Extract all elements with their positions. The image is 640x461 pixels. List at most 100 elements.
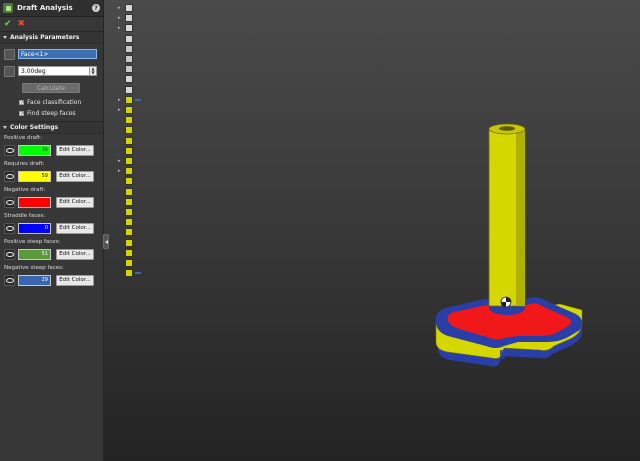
panel-title-bar: Draft Analysis ? <box>0 0 103 17</box>
eye-visibility-icon[interactable] <box>4 197 15 208</box>
fillet-icon <box>125 187 133 196</box>
tree-item[interactable] <box>118 197 136 207</box>
edit-color-button[interactable]: Edit Color... <box>56 249 94 260</box>
tree-item[interactable]: ▸ <box>118 156 136 166</box>
edit-color-button[interactable]: Edit Color... <box>56 275 94 286</box>
tree-item[interactable] <box>118 74 136 84</box>
color-row-label: Negative draft: <box>4 187 46 193</box>
panel-collapse-handle[interactable] <box>103 234 109 249</box>
tree-item[interactable] <box>118 207 136 217</box>
fillet-icon <box>125 218 133 227</box>
tree-item[interactable] <box>118 248 136 258</box>
tree-item[interactable] <box>118 227 136 237</box>
eye-visibility-icon[interactable] <box>4 223 15 234</box>
tree-item[interactable] <box>118 64 136 74</box>
material-icon <box>125 34 133 43</box>
expand-arrow-icon[interactable]: ▸ <box>118 97 124 103</box>
feature-tree: ▸ ▸ ▸ ▸ ▸ ▸ ▸ <box>118 0 218 285</box>
edit-color-button[interactable]: Edit Color... <box>56 171 94 182</box>
tree-item[interactable]: ▸ <box>118 166 136 176</box>
extrude-icon <box>125 106 133 114</box>
color-swatch: 29 <box>18 275 51 286</box>
fillet-icon <box>125 177 133 186</box>
fillet-icon <box>125 208 133 216</box>
origin-icon <box>125 75 133 84</box>
calculate-button[interactable]: Calculate <box>22 83 80 93</box>
color-swatch <box>18 197 51 208</box>
cancel-button[interactable]: ✖ <box>18 19 26 29</box>
ok-button[interactable]: ✔ <box>4 19 12 29</box>
expand-arrow-icon[interactable]: ▸ <box>118 158 124 164</box>
tree-item[interactable]: ▸ <box>118 23 136 33</box>
eye-visibility-icon[interactable] <box>4 145 15 156</box>
face-classification-label: Face classification <box>27 98 82 106</box>
angle-spinner[interactable]: ▲ ▼ <box>89 66 97 76</box>
stem-top-hole <box>499 126 515 131</box>
tree-item[interactable] <box>118 187 136 197</box>
tree-item[interactable] <box>118 85 136 95</box>
stem-shade <box>516 130 525 306</box>
find-steep-faces-checkbox[interactable]: ✓ Find steep faces <box>19 108 76 118</box>
tree-item[interactable] <box>118 217 136 227</box>
tree-item[interactable] <box>118 146 136 156</box>
extrude-icon <box>125 157 133 165</box>
fillet-icon <box>125 116 133 125</box>
checkbox-checked: ✓ <box>19 99 25 106</box>
find-steep-faces-label: Find steep faces <box>27 109 76 117</box>
tree-item[interactable] <box>118 238 136 248</box>
color-row: Edit Color... <box>0 195 103 212</box>
eye-visibility-icon[interactable] <box>4 275 15 286</box>
eye-visibility-icon[interactable] <box>4 171 15 182</box>
checkbox-checked: ✓ <box>19 110 25 117</box>
fillet-icon <box>125 126 133 135</box>
tree-item[interactable]: ▸ <box>118 13 136 23</box>
expand-arrow-icon[interactable]: ▸ <box>118 107 124 113</box>
tree-item[interactable] <box>118 176 136 186</box>
fillet-icon <box>125 238 133 247</box>
help-icon[interactable]: ? <box>92 4 100 12</box>
tree-item[interactable] <box>118 54 136 64</box>
folder-icon <box>125 4 133 12</box>
expand-arrow-icon[interactable]: ▸ <box>118 15 124 21</box>
tree-item[interactable]: ▸ <box>118 95 140 105</box>
color-row-label: Straddle faces: <box>4 213 46 219</box>
face-selection-field[interactable]: Face<1> <box>18 49 97 59</box>
color-row: 0 Edit Color... <box>0 221 103 238</box>
color-swatch: 35 <box>18 145 51 156</box>
color-row-label: Positive steep faces: <box>4 239 61 245</box>
tree-item[interactable]: ▸ <box>118 105 136 115</box>
face-classification-checkbox[interactable]: ✓ Face classification <box>19 97 81 107</box>
tree-item[interactable] <box>118 268 140 278</box>
draft-analysis-icon <box>3 3 13 13</box>
color-settings-header[interactable]: Color Settings <box>0 122 103 134</box>
tree-item[interactable] <box>118 34 136 44</box>
tree-item[interactable] <box>118 125 136 135</box>
analysis-parameters-header[interactable]: Analysis Parameters <box>0 32 103 44</box>
color-swatch: 51 <box>18 249 51 260</box>
eye-visibility-icon[interactable] <box>4 249 15 260</box>
plane-icon <box>125 65 133 74</box>
tree-item[interactable] <box>118 258 136 268</box>
tree-item[interactable] <box>118 136 136 146</box>
color-row: 29 Edit Color... <box>0 273 103 290</box>
color-swatch: 59 <box>18 171 51 182</box>
collapse-caret-icon <box>3 126 7 129</box>
expand-arrow-icon[interactable]: ▸ <box>118 25 124 31</box>
color-row-label: Requires draft: <box>4 161 45 167</box>
expand-arrow-icon[interactable]: ▸ <box>118 168 124 174</box>
extrude-icon <box>125 167 133 176</box>
color-row: 35 Edit Color... <box>0 143 103 160</box>
draft-angle-field[interactable]: 3.00deg <box>18 66 90 76</box>
tree-item[interactable]: ▸ <box>118 3 136 13</box>
tree-item[interactable] <box>118 44 136 54</box>
expand-arrow-icon[interactable]: ▸ <box>118 5 124 11</box>
edit-color-button[interactable]: Edit Color... <box>56 145 94 156</box>
edit-color-button[interactable]: Edit Color... <box>56 197 94 208</box>
origin-icon <box>125 85 133 94</box>
edit-color-button[interactable]: Edit Color... <box>56 223 94 234</box>
tree-item[interactable] <box>118 115 136 125</box>
draft-angle-icon <box>4 66 15 77</box>
extrude-icon <box>125 95 133 104</box>
sensor-icon <box>125 14 133 23</box>
color-settings-title: Color Settings <box>10 124 59 131</box>
